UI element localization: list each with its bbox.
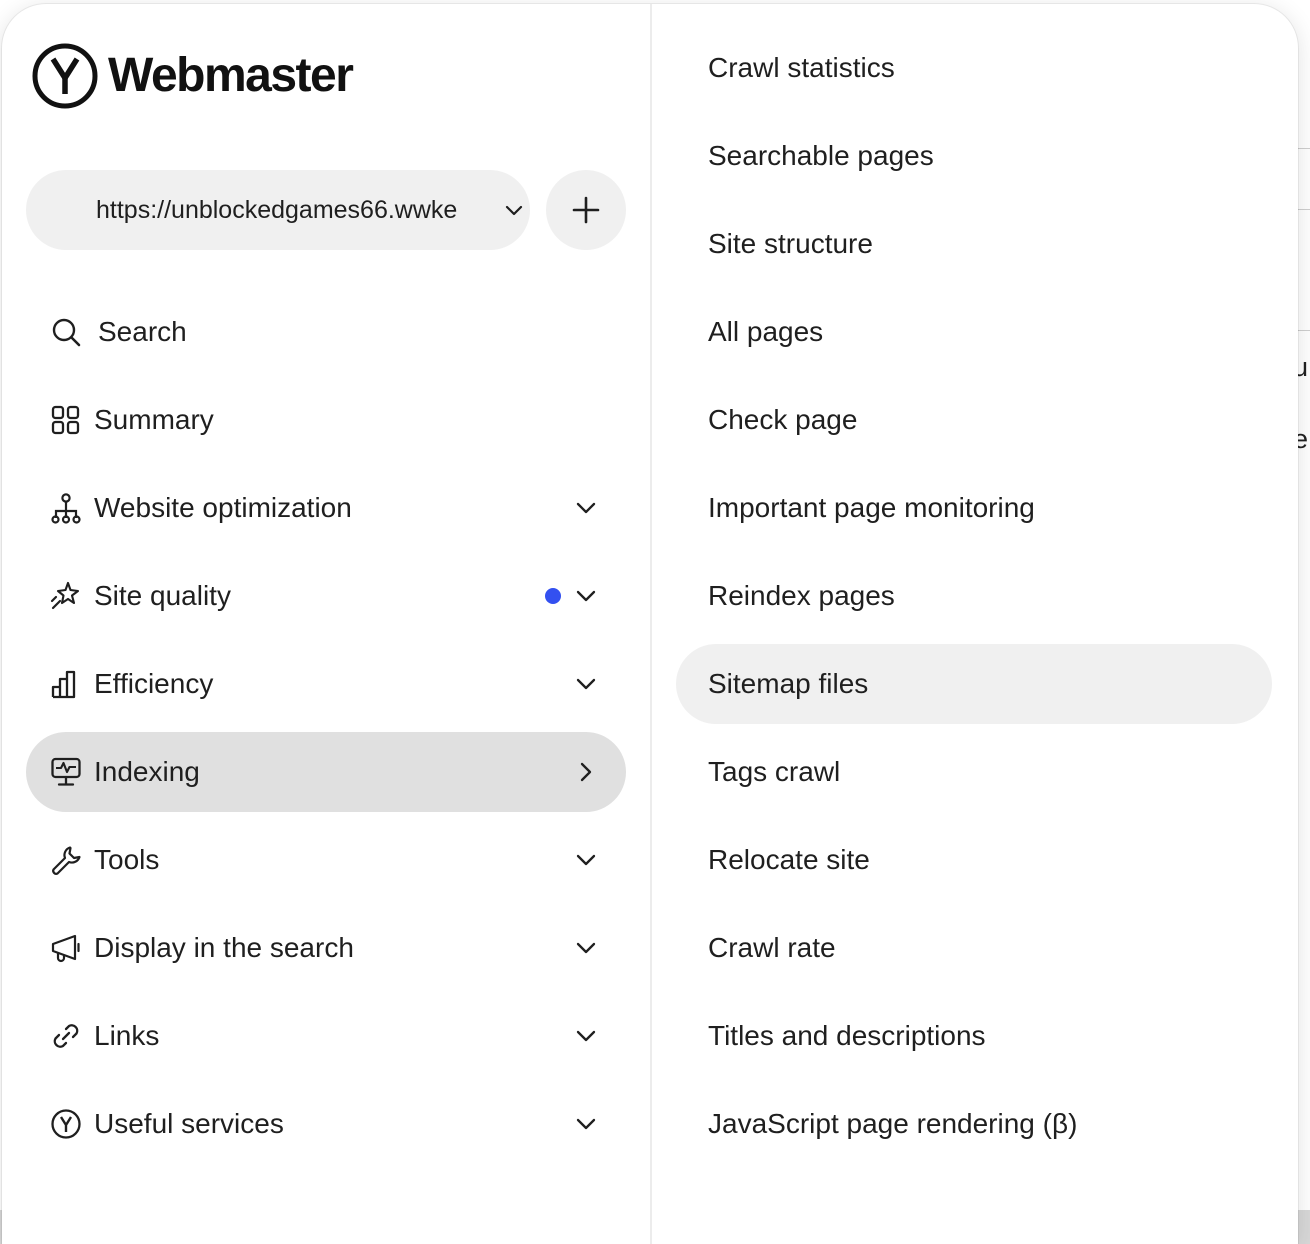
- brand-name: Webmaster: [108, 49, 354, 102]
- nav-item-search[interactable]: Search: [26, 292, 626, 372]
- nav-item-links[interactable]: Links: [26, 996, 626, 1076]
- yandex-circle-icon: [51, 1109, 81, 1139]
- yandex-y-logo-icon: [32, 43, 98, 109]
- nav-item-label: Site quality: [94, 580, 231, 611]
- submenu-item-reindex-pages[interactable]: Reindex pages: [676, 556, 1272, 636]
- submenu-item-label: Crawl statistics: [708, 52, 895, 83]
- navigation-menu: Webmaster https://unblockedgames66.wwke …: [2, 4, 1298, 1244]
- nav-item-display-in-search[interactable]: Display in the search: [26, 908, 626, 988]
- chevron-down-icon: [576, 942, 596, 954]
- bar-chart-icon: [51, 670, 76, 699]
- submenu-item-all-pages[interactable]: All pages: [676, 292, 1272, 372]
- submenu-item-label: Titles and descriptions: [708, 1020, 986, 1051]
- nav-item-label: Display in the search: [94, 932, 354, 963]
- nav-item-summary[interactable]: Summary: [26, 380, 626, 460]
- nav-item-label: Tools: [94, 844, 160, 875]
- submenu-item-titles-and-descriptions[interactable]: Titles and descriptions: [676, 996, 1272, 1076]
- submenu-item-site-structure[interactable]: Site structure: [676, 204, 1272, 284]
- submenu-item-label: Tags crawl: [708, 756, 841, 787]
- nav-item-label: Website optimization: [94, 492, 352, 523]
- add-site-button[interactable]: [546, 170, 626, 250]
- chevron-right-icon: [580, 762, 592, 782]
- chevron-down-icon: [576, 1030, 596, 1042]
- submenu-item-label: Reindex pages: [708, 580, 895, 611]
- chevron-down-icon: [576, 502, 596, 514]
- nav-item-label: Search: [98, 316, 187, 347]
- nav-item-label: Indexing: [94, 756, 200, 787]
- chevron-down-icon: [576, 678, 596, 690]
- submenu-item-important-page-monitoring[interactable]: Important page monitoring: [676, 468, 1272, 548]
- submenu-item-javascript-page-rendering[interactable]: JavaScript page rendering (β): [676, 1084, 1272, 1164]
- search-icon: [52, 318, 81, 347]
- site-url: https://unblockedgames66.wwke: [96, 195, 458, 224]
- submenu-item-sitemap-files[interactable]: Sitemap files: [676, 644, 1272, 724]
- submenu-item-label: Site structure: [708, 228, 873, 259]
- site-selector[interactable]: https://unblockedgames66.wwke: [26, 170, 530, 250]
- nav-item-website-optimization[interactable]: Website optimization: [26, 468, 626, 548]
- submenu-item-searchable-pages[interactable]: Searchable pages: [676, 116, 1272, 196]
- submenu-item-label: Sitemap files: [708, 668, 869, 699]
- nav-item-label: Summary: [94, 404, 214, 435]
- background-divider: [1298, 330, 1310, 331]
- sparkle-icon: [50, 581, 80, 610]
- chevron-down-icon: [505, 205, 523, 216]
- notification-dot: [545, 588, 561, 604]
- monitor-pulse-icon: [51, 757, 81, 786]
- brand-logo[interactable]: Webmaster: [32, 42, 354, 110]
- nav-item-indexing[interactable]: Indexing: [26, 732, 626, 812]
- grid-icon: [51, 405, 80, 435]
- background-divider: [1298, 209, 1310, 210]
- submenu-item-label: Check page: [708, 404, 858, 435]
- nav-item-useful-services[interactable]: Useful services: [26, 1084, 626, 1164]
- nav-item-label: Efficiency: [94, 668, 214, 699]
- submenu-item-label: Searchable pages: [708, 140, 934, 171]
- submenu-item-crawl-rate[interactable]: Crawl rate: [676, 908, 1272, 988]
- chevron-down-icon: [576, 590, 596, 602]
- nav-item-label: Links: [94, 1020, 160, 1051]
- plus-icon: [572, 196, 600, 224]
- menu-divider: [650, 4, 652, 1244]
- chevron-down-icon: [576, 854, 596, 866]
- submenu-item-relocate-site[interactable]: Relocate site: [676, 820, 1272, 900]
- wrench-icon: [52, 846, 81, 875]
- link-icon: [53, 1024, 79, 1048]
- submenu-item-label: Crawl rate: [708, 932, 836, 963]
- submenu-item-check-page[interactable]: Check page: [676, 380, 1272, 460]
- nav-item-efficiency[interactable]: Efficiency: [26, 644, 626, 724]
- hierarchy-icon: [51, 493, 81, 524]
- submenu-item-label: JavaScript page rendering (β): [708, 1108, 1078, 1139]
- chevron-down-icon: [576, 1118, 596, 1130]
- nav-item-site-quality[interactable]: Site quality: [26, 556, 626, 636]
- nav-item-label: Useful services: [94, 1108, 284, 1139]
- submenu-item-crawl-statistics[interactable]: Crawl statistics: [676, 28, 1272, 108]
- nav-item-tools[interactable]: Tools: [26, 820, 626, 900]
- megaphone-icon: [51, 934, 80, 963]
- background-divider: [1298, 148, 1310, 149]
- submenu-item-label: All pages: [708, 316, 824, 347]
- submenu-item-tags-crawl[interactable]: Tags crawl: [676, 732, 1272, 812]
- submenu-item-label: Important page monitoring: [708, 492, 1035, 523]
- submenu-item-label: Relocate site: [708, 844, 870, 875]
